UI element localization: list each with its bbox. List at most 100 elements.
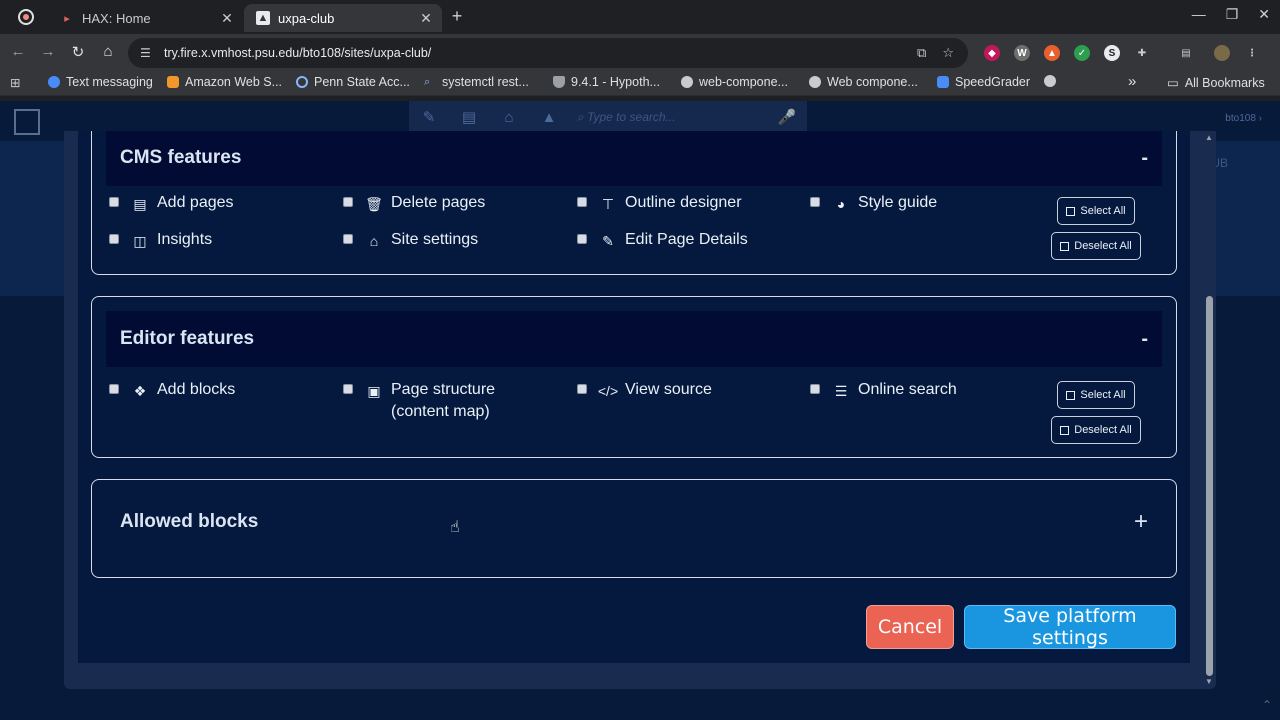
bookmark-aws[interactable]: Amazon Web S... [167, 75, 282, 89]
feature-delete-pages[interactable]: 🗑 Delete pages [343, 194, 485, 214]
feature-label: Delete pages [391, 194, 486, 211]
select-all-button[interactable]: Select All [1057, 197, 1135, 225]
hax-logo-icon[interactable] [14, 109, 40, 135]
checkbox[interactable] [343, 234, 353, 244]
restore-icon[interactable]: ❐ [1226, 6, 1239, 23]
side-panel-icon[interactable]: ▤ [1178, 45, 1194, 61]
tab-close-icon[interactable]: ✕ [217, 10, 237, 27]
feature-online-search[interactable]: ☰ Online search [810, 381, 957, 401]
feature-page-structure[interactable]: ▣ Page structure (content map) [343, 381, 521, 423]
back-icon[interactable]: ← [8, 43, 28, 60]
checkbox[interactable] [343, 197, 353, 207]
checkbox[interactable] [577, 384, 587, 394]
bookmark-systemctl[interactable]: ⌕ systemctl rest... [424, 75, 529, 89]
bookmark-speedgrader[interactable]: SpeedGrader [937, 75, 1030, 89]
hax-search-input[interactable]: ⌕ Type to search... [577, 105, 767, 129]
select-icon [1066, 390, 1076, 400]
bookmark-globe[interactable] [1044, 75, 1062, 87]
home-icon[interactable]: ⌂ [98, 43, 118, 60]
puzzle-icon[interactable]: ✚ [1134, 45, 1150, 61]
feature-edit-page-details[interactable]: ✎ Edit Page Details [577, 231, 748, 251]
recording-icon[interactable] [18, 9, 34, 25]
scroll-down-icon[interactable]: ▼ [1205, 677, 1213, 686]
bookmark-hypoth[interactable]: 9.4.1 - Hypoth... [553, 75, 660, 89]
s-extension-icon[interactable]: S [1104, 45, 1120, 61]
menu-icon[interactable]: ⋮ [1244, 45, 1260, 61]
editor-features-header[interactable]: Editor features - [106, 311, 1162, 367]
checkbox[interactable] [577, 197, 587, 207]
chat-icon [48, 76, 60, 88]
allowed-blocks-header[interactable]: Allowed blocks + [106, 494, 1162, 550]
close-window-icon[interactable]: ✕ [1258, 6, 1270, 23]
tab-uxpa-club[interactable]: ▲ uxpa-club ✕ [244, 4, 442, 32]
feature-insights[interactable]: ◫ Insights [109, 231, 212, 251]
bookmark-label: Text messaging [66, 75, 153, 89]
link-icon [296, 76, 308, 88]
button-label: Select All [1080, 205, 1126, 217]
minimize-icon[interactable]: — [1192, 6, 1206, 23]
cone-icon[interactable]: ▲ [529, 101, 569, 133]
modal-scrollbar[interactable]: ▲ ▼ [1203, 131, 1215, 689]
globe-icon [809, 76, 821, 88]
checkbox[interactable] [343, 384, 353, 394]
forward-icon[interactable]: → [38, 43, 58, 60]
bookmark-star-icon[interactable]: ☆ [942, 45, 954, 61]
feature-outline-designer[interactable]: ⊤ Outline designer [577, 194, 742, 214]
pencil-icon[interactable]: ✎ [409, 101, 449, 133]
section-title: Allowed blocks [120, 511, 259, 532]
feature-site-settings[interactable]: ⌂ Site settings [343, 231, 478, 251]
collapse-toggle[interactable]: - [1141, 147, 1148, 170]
checkbox[interactable] [577, 234, 587, 244]
apps-grid-icon[interactable]: ⊞ [10, 75, 20, 90]
bookmark-penn-state[interactable]: Penn State Acc... [296, 75, 410, 89]
all-bookmarks[interactable]: ▭ All Bookmarks [1167, 75, 1265, 91]
site-favicon-icon: ▲ [256, 11, 270, 25]
scroll-up-icon[interactable]: ▲ [1205, 133, 1213, 142]
wordpress-icon[interactable]: W [1014, 45, 1030, 61]
tab-hax-home[interactable]: ▸ HAX: Home ✕ [48, 4, 243, 32]
expand-toggle[interactable]: + [1134, 508, 1148, 536]
site-info-icon[interactable]: ☰ [140, 46, 154, 60]
deselect-all-button[interactable]: Deselect All [1051, 416, 1141, 444]
cancel-button[interactable]: Cancel [866, 605, 954, 649]
select-all-button[interactable]: Select All [1057, 381, 1135, 409]
checkbox[interactable] [810, 384, 820, 394]
extension-icon[interactable]: ▲ [1044, 45, 1060, 61]
more-bookmarks-button[interactable]: » [1128, 73, 1136, 90]
bookmark-web-components-2[interactable]: Web compone... [809, 75, 918, 89]
feature-add-blocks[interactable]: ❖ Add blocks [109, 381, 235, 401]
feature-style-guide[interactable]: ◕ Style guide [810, 194, 937, 214]
user-menu[interactable]: bto108 › [1225, 113, 1262, 124]
save-platform-settings-button[interactable]: Save platform settings [964, 605, 1176, 649]
microphone-icon[interactable]: 🎤 [767, 101, 807, 133]
feature-view-source[interactable]: </> View source [577, 381, 712, 401]
home-settings-icon[interactable]: ⌂ [489, 101, 529, 133]
checkbox[interactable] [109, 384, 119, 394]
reload-icon[interactable]: ↻ [68, 43, 88, 61]
checkbox[interactable] [109, 234, 119, 244]
extension-icon[interactable]: ◆ [984, 45, 1000, 61]
address-bar[interactable]: ☰ try.fire.x.vmhost.psu.edu/bto108/sites… [128, 38, 968, 68]
tab-title: uxpa-club [278, 10, 335, 26]
checkbox[interactable] [810, 197, 820, 207]
new-tab-button[interactable]: + [447, 6, 467, 27]
avatar[interactable] [1214, 45, 1230, 61]
chevron-up-icon[interactable]: ⌃ [1262, 698, 1272, 712]
tab-close-icon[interactable]: ✕ [416, 10, 436, 27]
search-placeholder: Type to search... [587, 110, 676, 124]
bookmark-web-components-1[interactable]: web-compone... [681, 75, 788, 89]
editor-features-section: Editor features - ❖ Add blocks ▣ Page st… [91, 296, 1177, 458]
feature-label: Site settings [391, 231, 479, 248]
scroll-thumb[interactable] [1206, 296, 1213, 676]
cms-features-header[interactable]: CMS features - [106, 131, 1162, 186]
add-page-icon[interactable]: ▤ [449, 101, 489, 133]
feature-label: Style guide [858, 194, 938, 211]
cast-icon[interactable]: ⧉ [917, 45, 926, 61]
deselect-all-button[interactable]: Deselect All [1051, 232, 1141, 260]
bookmark-text-messaging[interactable]: Text messaging [48, 75, 153, 89]
collapse-toggle[interactable]: - [1141, 328, 1148, 351]
feature-add-pages[interactable]: ▤ Add pages [109, 194, 234, 214]
shield-icon[interactable]: ✓ [1074, 45, 1090, 61]
checkbox[interactable] [109, 197, 119, 207]
url-text[interactable]: try.fire.x.vmhost.psu.edu/bto108/sites/u… [164, 46, 917, 60]
